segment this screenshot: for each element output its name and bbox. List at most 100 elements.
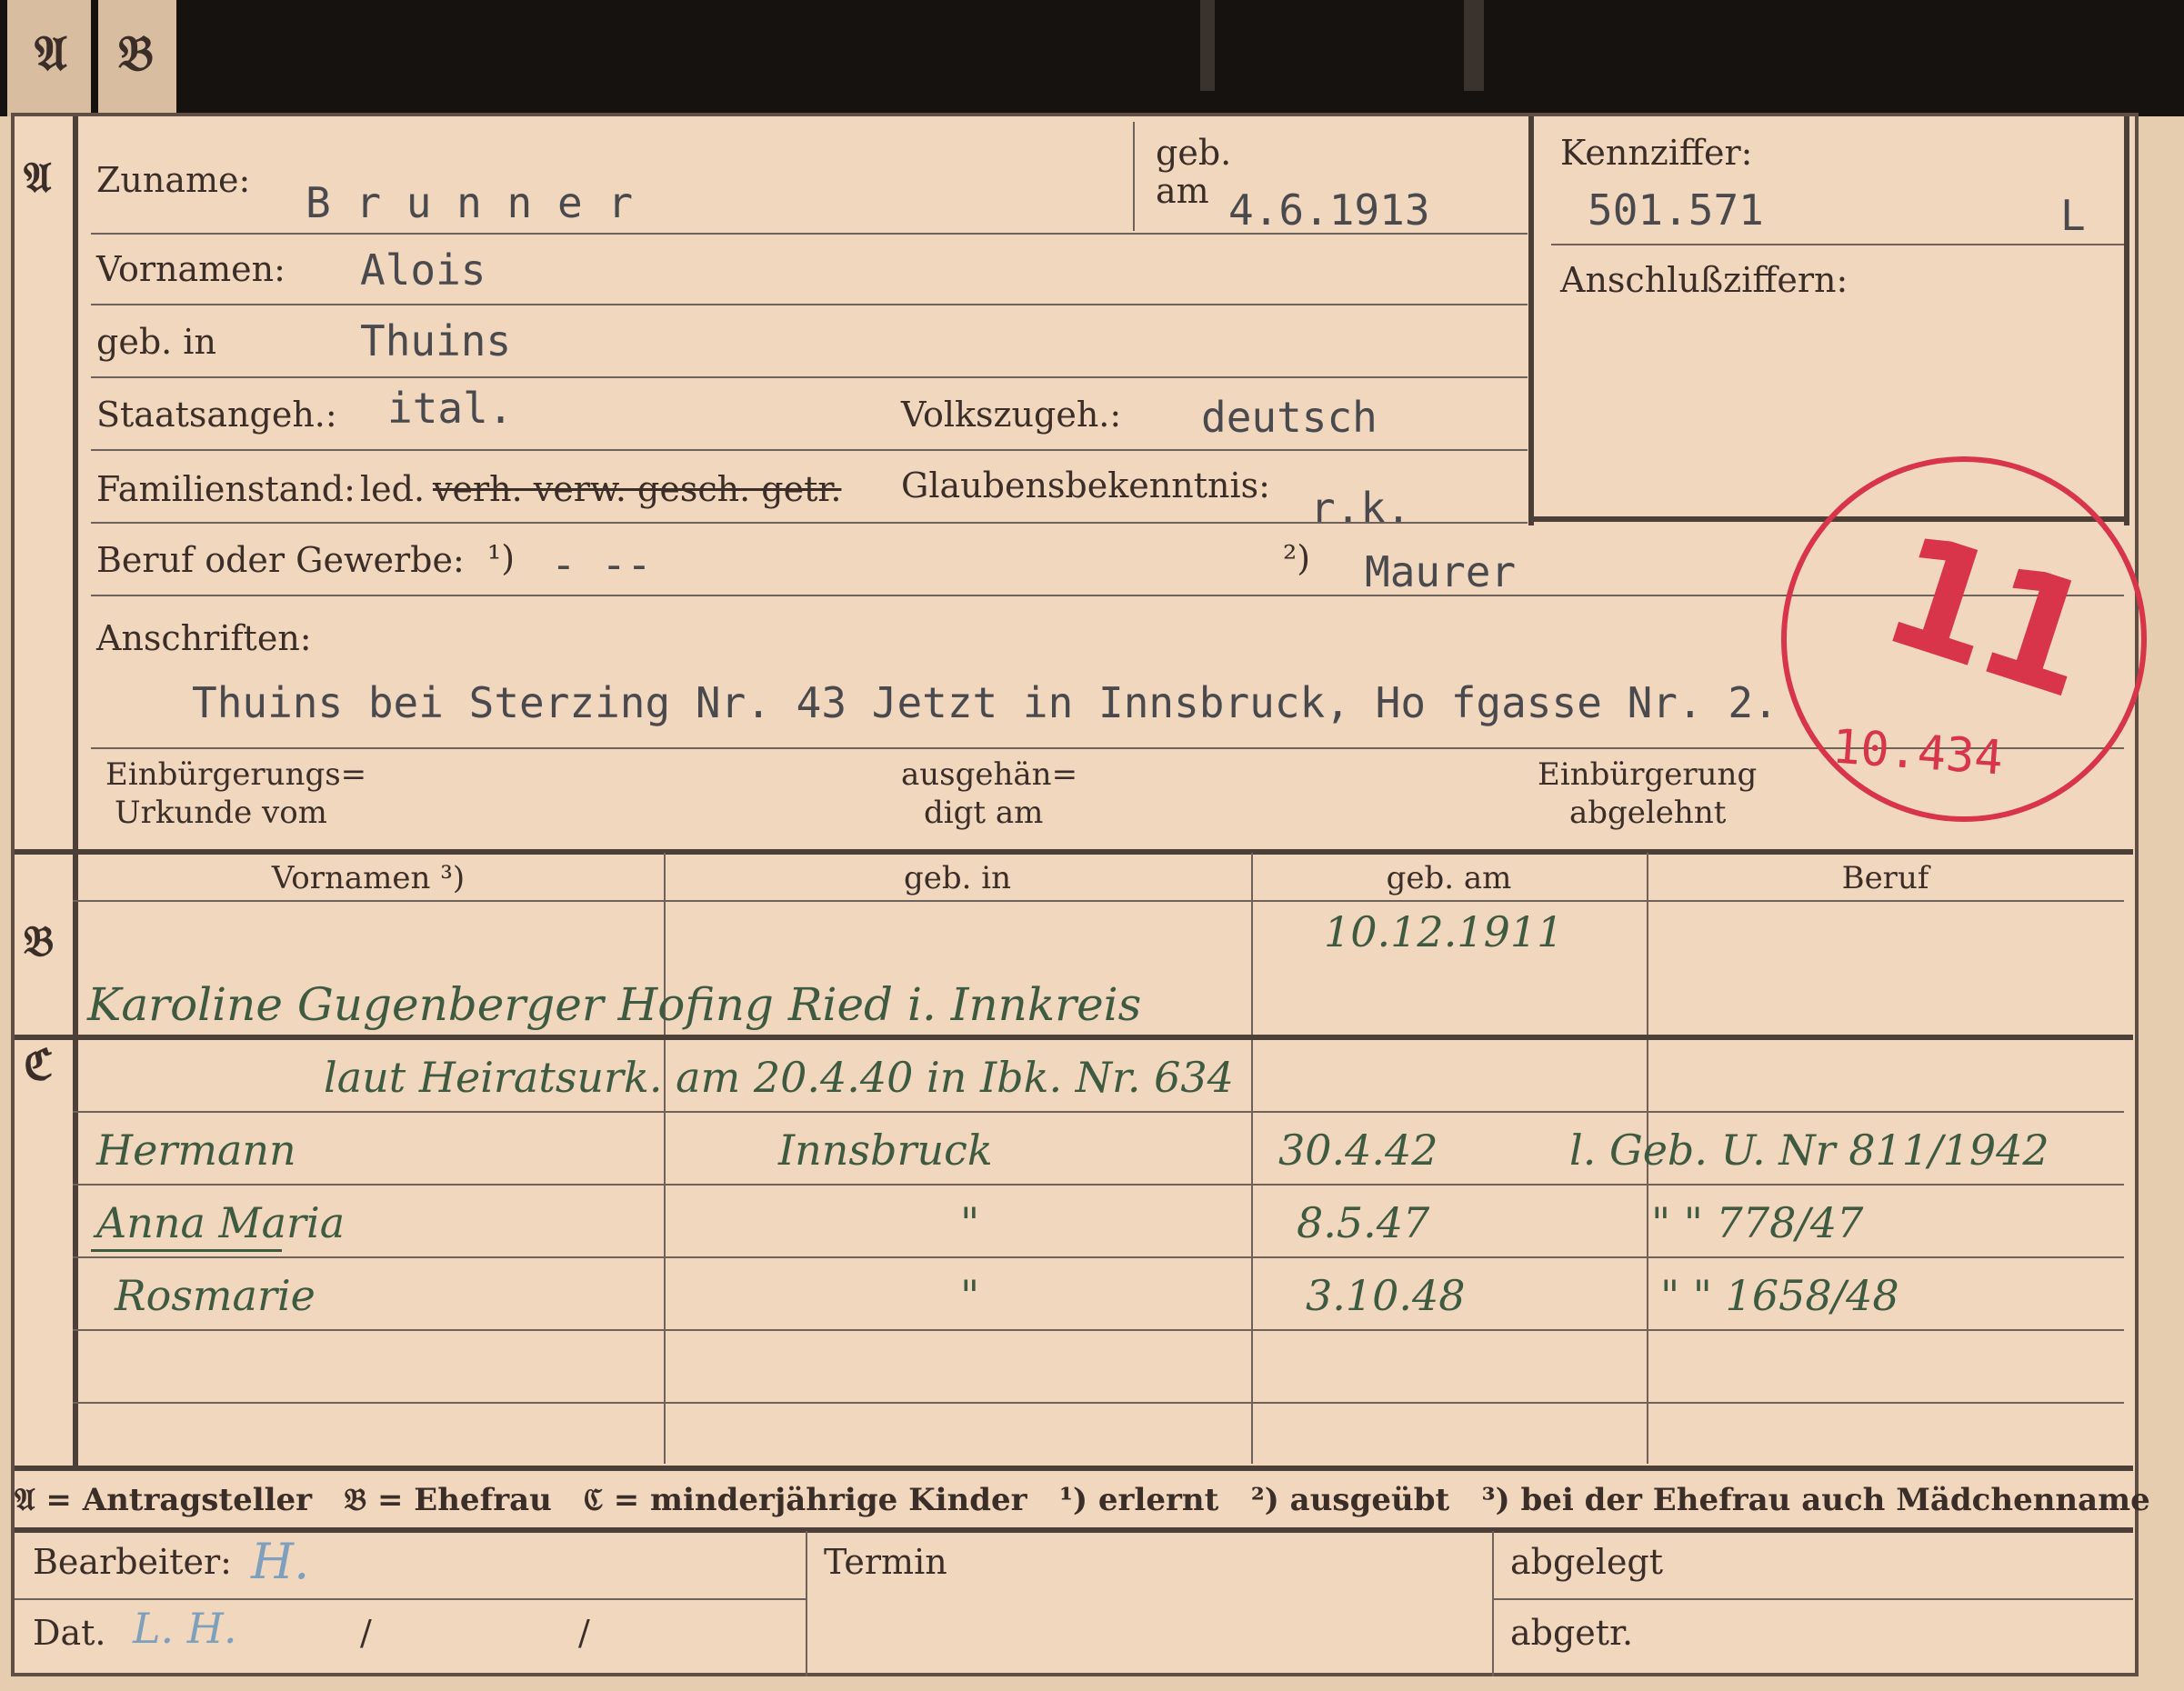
footer-column-line <box>806 1531 807 1676</box>
kind-geb-am: 8.5.47 <box>1297 1198 1430 1247</box>
footer-column-line <box>1492 1531 1494 1676</box>
section-c-separator <box>15 1035 2133 1040</box>
row-line <box>91 304 1528 305</box>
volkszugeh-value: deutsch <box>1201 393 1378 442</box>
row-line <box>91 449 1528 451</box>
termin-label: Termin <box>824 1542 947 1582</box>
registration-card: 𝔄 Kennziffer: 501.571 L Anschlußziffern:… <box>11 113 2150 1676</box>
kind-note: " " 778/47 <box>1651 1198 1864 1247</box>
bearbeiter-label: Bearbeiter: <box>33 1542 232 1582</box>
dat-signature: L. H. <box>133 1604 237 1653</box>
row-line <box>91 233 1528 235</box>
column-line <box>1251 853 1253 1464</box>
kind-name: Anna Maria <box>96 1198 346 1247</box>
staatsangeh-label: Staatsangeh.: <box>96 395 337 435</box>
einbuergerungsurkunde-label-2: Urkunde vom <box>115 795 327 831</box>
red-stamp: 11 10.434 <box>1778 453 2150 825</box>
glaubensbekenntnis-value: r.k. <box>1310 484 1411 533</box>
kind-geb-in: Innsbruck <box>778 1126 993 1175</box>
geb-am-value: 4.6.1913 <box>1228 185 1430 235</box>
kennziffer-label: Kennziffer: <box>1560 133 1753 173</box>
row-line <box>73 1184 2124 1186</box>
geb-am-divider <box>1133 122 1135 231</box>
beruf-footnote-1: ¹) <box>487 538 516 578</box>
familienstand-option-ledig: led. <box>360 469 426 509</box>
section-c-marker: ℭ <box>24 1040 54 1089</box>
ehefrau-geb-am: 10.12.1911 <box>1324 907 1564 956</box>
beruf-footnote-2: ²) <box>1283 538 1311 578</box>
dat-label: Dat. <box>33 1613 106 1653</box>
row-line <box>91 376 1528 378</box>
anschlussziffern-label: Anschlußziffern: <box>1560 260 1848 300</box>
col-header-geb-am: geb. am <box>1386 860 1512 896</box>
kennziffer-underline <box>1551 244 2124 245</box>
beruf-label: Beruf oder Gewerbe: <box>96 540 465 580</box>
beruf-ausgeuebt-value: Maurer <box>1365 547 1517 596</box>
kennziffer-box-left-line <box>1528 116 1534 525</box>
section-a-marker: 𝔄 <box>24 153 52 202</box>
ausgehaendigt-label-1: ausgehän= <box>901 756 1078 793</box>
kennziffer-suffix: L <box>2060 191 2086 240</box>
kennziffer-value: 501.571 <box>1588 185 1764 235</box>
section-margin-line <box>73 116 78 1471</box>
familienstand-struck-options: verh. verw. gesch. getr. <box>433 469 842 509</box>
kind-note: l. Geb. U. Nr 811/1942 <box>1569 1126 2049 1175</box>
col-header-vornamen: Vornamen ³) <box>271 860 466 896</box>
kind-name: Rosmarie <box>115 1271 316 1320</box>
footer-row-line <box>15 1598 806 1600</box>
anschriften-label: Anschriften: <box>96 618 312 658</box>
row-line <box>73 1402 2124 1404</box>
staatsangeh-value: ital. <box>387 384 514 433</box>
row-line <box>91 522 1528 524</box>
row-line <box>73 1111 2124 1113</box>
vornamen-label: Vornamen: <box>96 249 286 289</box>
dat-slash: / <box>578 1613 590 1653</box>
einbuergerungsurkunde-label-1: Einbürgerungs= <box>105 756 367 793</box>
col-header-beruf: Beruf <box>1841 860 1929 896</box>
geb-am-label-1: geb. <box>1156 133 1232 173</box>
einbuergerung-abgelehnt-label-2: abgelehnt <box>1569 795 1727 831</box>
abgetr-label: abgetr. <box>1510 1613 1634 1653</box>
familienstand-label: Familienstand: <box>96 469 356 509</box>
abgelegt-label: abgelegt <box>1510 1542 1664 1582</box>
kind-name: Hermann <box>96 1126 296 1175</box>
section-b-marker: 𝔅 <box>24 916 55 966</box>
divider-mark <box>1200 0 1215 91</box>
row-line <box>73 1329 2124 1331</box>
einbuergerung-abgelehnt-label-1: Einbürgerung <box>1538 756 1758 793</box>
legend-top-line <box>15 1466 2133 1471</box>
tab-b[interactable]: 𝔅 <box>98 0 176 116</box>
geb-in-label: geb. in <box>96 322 216 362</box>
column-line <box>664 853 666 1464</box>
vornamen-value: Alois <box>360 245 486 295</box>
ehefrau-entry: Karoline Gugenberger Hofing Ried i. Innk… <box>87 978 1142 1031</box>
glaubensbekenntnis-label: Glaubensbekenntnis: <box>901 465 1270 505</box>
geb-in-value: Thuins <box>360 316 512 365</box>
kind-geb-am: 3.10.48 <box>1306 1271 1466 1320</box>
anschrift-value: Thuins bei Sterzing Nr. 43 Jetzt in Inns… <box>192 678 1778 727</box>
kind-note: " " 1658/48 <box>1660 1271 1899 1320</box>
volkszugeh-label: Volkszugeh.: <box>901 395 1122 435</box>
zuname-value: B r u n n e r <box>306 178 634 227</box>
legend: 𝔄 = Antragsteller 𝔅 = Ehefrau ℭ = minder… <box>15 1482 2150 1518</box>
divider-mark <box>1464 0 1484 91</box>
bearbeiter-signature: H. <box>251 1533 310 1590</box>
row-line <box>73 1256 2124 1258</box>
geb-am-label-2: am <box>1156 171 1209 211</box>
col-header-geb-in: geb. in <box>903 860 1012 896</box>
tab-a-label: 𝔄 <box>35 24 67 82</box>
ausgehaendigt-label-2: digt am <box>924 795 1044 831</box>
top-background <box>0 0 2184 116</box>
footer-row-line <box>1492 1598 2133 1600</box>
beruf-erlernt-value: - -- <box>551 540 652 589</box>
heirat-note: laut Heiratsurk. am 20.4.40 in Ibk. Nr. … <box>324 1053 1234 1102</box>
kind-geb-in: " <box>960 1271 980 1320</box>
table-header-line <box>73 900 2124 902</box>
legend-bottom-line <box>15 1527 2133 1533</box>
kind-geb-am: 30.4.42 <box>1278 1126 1438 1175</box>
name-underline <box>91 1249 282 1252</box>
dat-slash: / <box>360 1613 372 1653</box>
section-b-separator <box>15 849 2133 855</box>
tab-a[interactable]: 𝔄 <box>7 0 91 116</box>
zuname-label: Zuname: <box>96 160 251 200</box>
